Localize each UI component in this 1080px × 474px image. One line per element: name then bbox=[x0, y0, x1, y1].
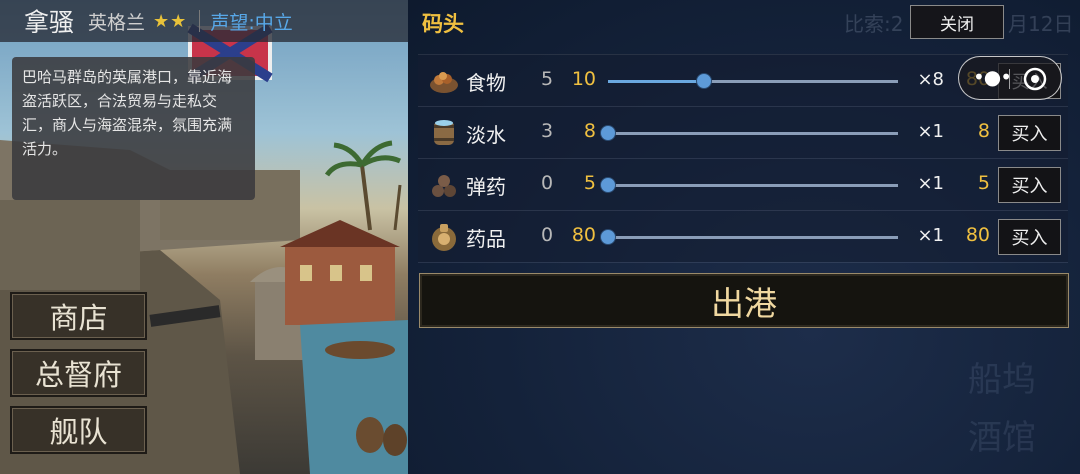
dock-header: 码头 关闭 bbox=[408, 0, 1080, 42]
slider-handle[interactable] bbox=[600, 229, 616, 245]
port-description: 巴哈马群岛的英属港口，靠近海盗活跃区，合法贸易与走私交汇，商人与海盗混杂，氛围充… bbox=[22, 68, 233, 158]
unit-multiplier: ×8 bbox=[917, 69, 944, 90]
floating-overlay-widget[interactable]: •●• bbox=[958, 56, 1062, 100]
food-icon bbox=[430, 72, 458, 93]
rating-stars: ★★ bbox=[153, 10, 188, 32]
supply-owned: 3 bbox=[540, 120, 554, 142]
title-divider bbox=[199, 10, 201, 32]
slider-fill bbox=[608, 80, 704, 83]
supply-quantity: 80 bbox=[571, 224, 596, 246]
supply-name: 弹药 bbox=[466, 175, 506, 199]
supply-name: 食物 bbox=[466, 71, 506, 95]
supply-name: 药品 bbox=[466, 227, 506, 251]
quantity-slider[interactable] bbox=[600, 229, 898, 245]
cannonballs-icon bbox=[432, 175, 456, 197]
supply-owned: 5 bbox=[540, 68, 554, 90]
quantity-slider[interactable] bbox=[600, 125, 898, 141]
supply-row-medicine: 药品 0 80 ×1 80 买入 bbox=[418, 211, 1068, 263]
slider-handle[interactable] bbox=[695, 73, 712, 89]
buy-button[interactable]: 买入 bbox=[998, 115, 1061, 151]
governor-button[interactable]: 总督府 bbox=[10, 349, 147, 397]
medicine-icon bbox=[432, 224, 456, 251]
water-barrel-icon bbox=[434, 120, 454, 145]
unit-multiplier: ×1 bbox=[917, 173, 944, 194]
port-scene-image: 拿骚 英格兰 ★★ 声望:中立 巴哈马群岛的英属港口，靠近海盗活跃区，合法贸易与… bbox=[0, 0, 408, 474]
unit-multiplier: ×1 bbox=[917, 121, 944, 142]
quantity-slider[interactable] bbox=[608, 73, 898, 89]
overlay-divider bbox=[1009, 69, 1010, 89]
reputation-label: 声望:中立 bbox=[210, 11, 293, 34]
unit-multiplier: ×1 bbox=[917, 225, 944, 246]
nation-label: 英格兰 bbox=[88, 11, 146, 34]
supply-owned: 0 bbox=[540, 224, 554, 246]
more-dots-icon[interactable]: •●• bbox=[973, 65, 1012, 89]
quantity-slider[interactable] bbox=[600, 177, 898, 193]
supply-name: 淡水 bbox=[466, 123, 506, 147]
depart-button[interactable]: 出港 bbox=[419, 273, 1069, 328]
slider-handle[interactable] bbox=[600, 177, 616, 193]
supply-quantity: 10 bbox=[571, 68, 596, 90]
port-title-bar: 拿骚 英格兰 ★★ 声望:中立 bbox=[0, 0, 408, 42]
port-name: 拿骚 bbox=[24, 8, 75, 37]
supply-row-ammo: 弹药 0 5 ×1 5 买入 bbox=[418, 159, 1068, 211]
buy-button[interactable]: 买入 bbox=[998, 167, 1061, 203]
shipyard-label-faded: 船坞 bbox=[968, 360, 1036, 400]
port-description-box: 巴哈马群岛的英属港口，靠近海盗活跃区，合法贸易与走私交汇，商人与海盗混杂，氛围充… bbox=[12, 57, 255, 200]
close-button[interactable]: 关闭 bbox=[910, 5, 1004, 39]
fleet-button[interactable]: 舰队 bbox=[10, 406, 147, 454]
supply-quantity: 8 bbox=[583, 120, 596, 142]
slider-handle[interactable] bbox=[600, 125, 616, 141]
supply-cost: 80 bbox=[965, 224, 990, 246]
dock-title: 码头 bbox=[422, 12, 464, 36]
buy-button[interactable]: 买入 bbox=[998, 219, 1061, 255]
tavern-label-faded: 酒馆 bbox=[968, 418, 1036, 458]
supply-cost: 8 bbox=[977, 120, 990, 142]
shop-button[interactable]: 商店 bbox=[10, 292, 147, 340]
supply-cost: 5 bbox=[977, 172, 990, 194]
supply-owned: 0 bbox=[540, 172, 554, 194]
supply-quantity: 5 bbox=[583, 172, 596, 194]
supply-row-water: 淡水 3 8 ×1 8 买入 bbox=[418, 107, 1068, 159]
target-icon[interactable] bbox=[1023, 67, 1047, 91]
